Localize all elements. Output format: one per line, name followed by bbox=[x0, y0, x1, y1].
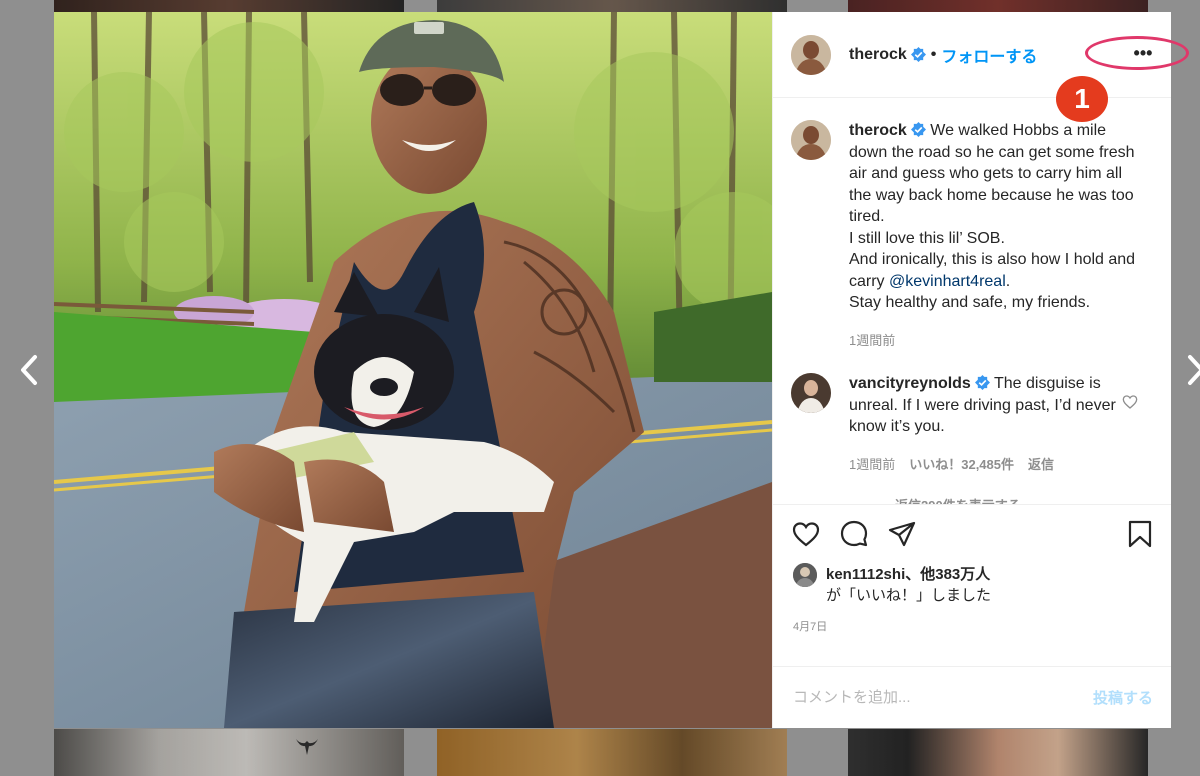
previous-post-button[interactable] bbox=[18, 352, 42, 388]
comment-item: vancityreynolds The disguise is unreal. … bbox=[791, 373, 1155, 475]
commenter-avatar[interactable] bbox=[791, 373, 831, 413]
more-options-button[interactable]: ••• bbox=[1128, 38, 1158, 68]
post-header: therock • フォローする ••• 1 bbox=[773, 12, 1189, 122]
avatar-image bbox=[791, 373, 831, 413]
background-thumbnail[interactable] bbox=[54, 729, 404, 776]
author-username[interactable]: therock bbox=[849, 46, 907, 64]
avatar-image bbox=[793, 563, 817, 587]
commenter-avatar[interactable] bbox=[791, 120, 831, 160]
paper-plane-icon[interactable] bbox=[887, 519, 917, 549]
verified-badge-icon bbox=[974, 375, 990, 390]
comment-text: vancityreynolds The disguise is unreal. … bbox=[849, 373, 1139, 438]
post-comment-button[interactable]: 投稿する bbox=[1093, 687, 1153, 708]
likes-count-link[interactable]: ken1112shi、他383万人 bbox=[826, 565, 990, 585]
comment-input[interactable] bbox=[793, 689, 1053, 706]
likes-summary: ken1112shi、他383万人 が「いいね！」しました bbox=[773, 562, 1171, 614]
view-replies-button[interactable]: 返信290件を表示する bbox=[849, 495, 1155, 504]
avatar-image bbox=[791, 120, 831, 160]
comment-username[interactable]: vancityreynolds bbox=[849, 375, 971, 392]
author-avatar[interactable] bbox=[791, 34, 831, 75]
comment-likes-count[interactable]: いいね！32,485件 bbox=[909, 454, 1014, 476]
annotation-step-badge: 1 bbox=[1056, 76, 1108, 122]
verified-badge-icon bbox=[910, 47, 926, 62]
reply-button[interactable]: 返信 bbox=[1028, 454, 1054, 476]
follow-button[interactable]: フォローする bbox=[941, 43, 1037, 67]
separator-dot: • bbox=[930, 45, 937, 63]
comment-body: vancityreynolds The disguise is unreal. … bbox=[849, 373, 1139, 475]
caption-text: We walked Hobbs a mile down the road so … bbox=[849, 122, 1136, 290]
header-user-info: therock • フォローする bbox=[849, 43, 1037, 67]
caption-comment: therock We walked Hobbs a mile down the … bbox=[791, 120, 1155, 351]
likes-description: が「いいね！」しました bbox=[826, 587, 992, 604]
avatar-image bbox=[791, 34, 831, 75]
add-comment-bar: 投稿する bbox=[773, 666, 1171, 728]
comment-time[interactable]: 1週間前 bbox=[849, 454, 895, 476]
man-holding-bulldog-photo bbox=[54, 12, 772, 728]
comment-like-heart-icon[interactable] bbox=[1122, 394, 1138, 410]
speech-bubble-icon[interactable] bbox=[839, 519, 869, 549]
post-actions-bar bbox=[773, 504, 1171, 562]
background-thumbnail[interactable] bbox=[848, 729, 1148, 776]
background-thumbnail[interactable] bbox=[54, 0, 404, 12]
view-replies-label: 返信290件を表示する bbox=[895, 495, 1021, 504]
post-side-panel: therock • フォローする ••• 1 therock We walked… bbox=[772, 12, 1189, 728]
mention-link[interactable]: @kevinhart4real bbox=[889, 273, 1006, 290]
bookmark-icon[interactable] bbox=[1125, 519, 1155, 549]
brahma-bull-logo-icon bbox=[296, 739, 318, 755]
comment-time[interactable]: 1週間前 bbox=[849, 330, 895, 352]
comment-text: therock We walked Hobbs a mile down the … bbox=[849, 120, 1139, 314]
chevron-left-icon bbox=[21, 355, 37, 385]
chevron-right-icon bbox=[1188, 355, 1200, 385]
post-date[interactable]: 4月7日 bbox=[773, 614, 1171, 666]
comments-list: therock We walked Hobbs a mile down the … bbox=[773, 98, 1171, 504]
background-thumbnail[interactable] bbox=[437, 729, 787, 776]
post-photo[interactable] bbox=[54, 12, 772, 728]
background-thumbnail[interactable] bbox=[848, 0, 1148, 12]
heart-icon[interactable] bbox=[791, 519, 821, 549]
post-modal: therock • フォローする ••• 1 therock We walked… bbox=[54, 12, 1189, 728]
liker-avatar[interactable] bbox=[793, 563, 817, 587]
background-thumbnail[interactable] bbox=[437, 0, 787, 12]
next-post-button[interactable] bbox=[1183, 352, 1200, 388]
verified-badge-icon bbox=[910, 122, 926, 137]
comment-username[interactable]: therock bbox=[849, 122, 907, 139]
comment-meta: 1週間前 bbox=[849, 330, 1139, 352]
comment-body: therock We walked Hobbs a mile down the … bbox=[849, 120, 1139, 351]
comment-meta: 1週間前 いいね！32,485件 返信 bbox=[849, 454, 1139, 476]
